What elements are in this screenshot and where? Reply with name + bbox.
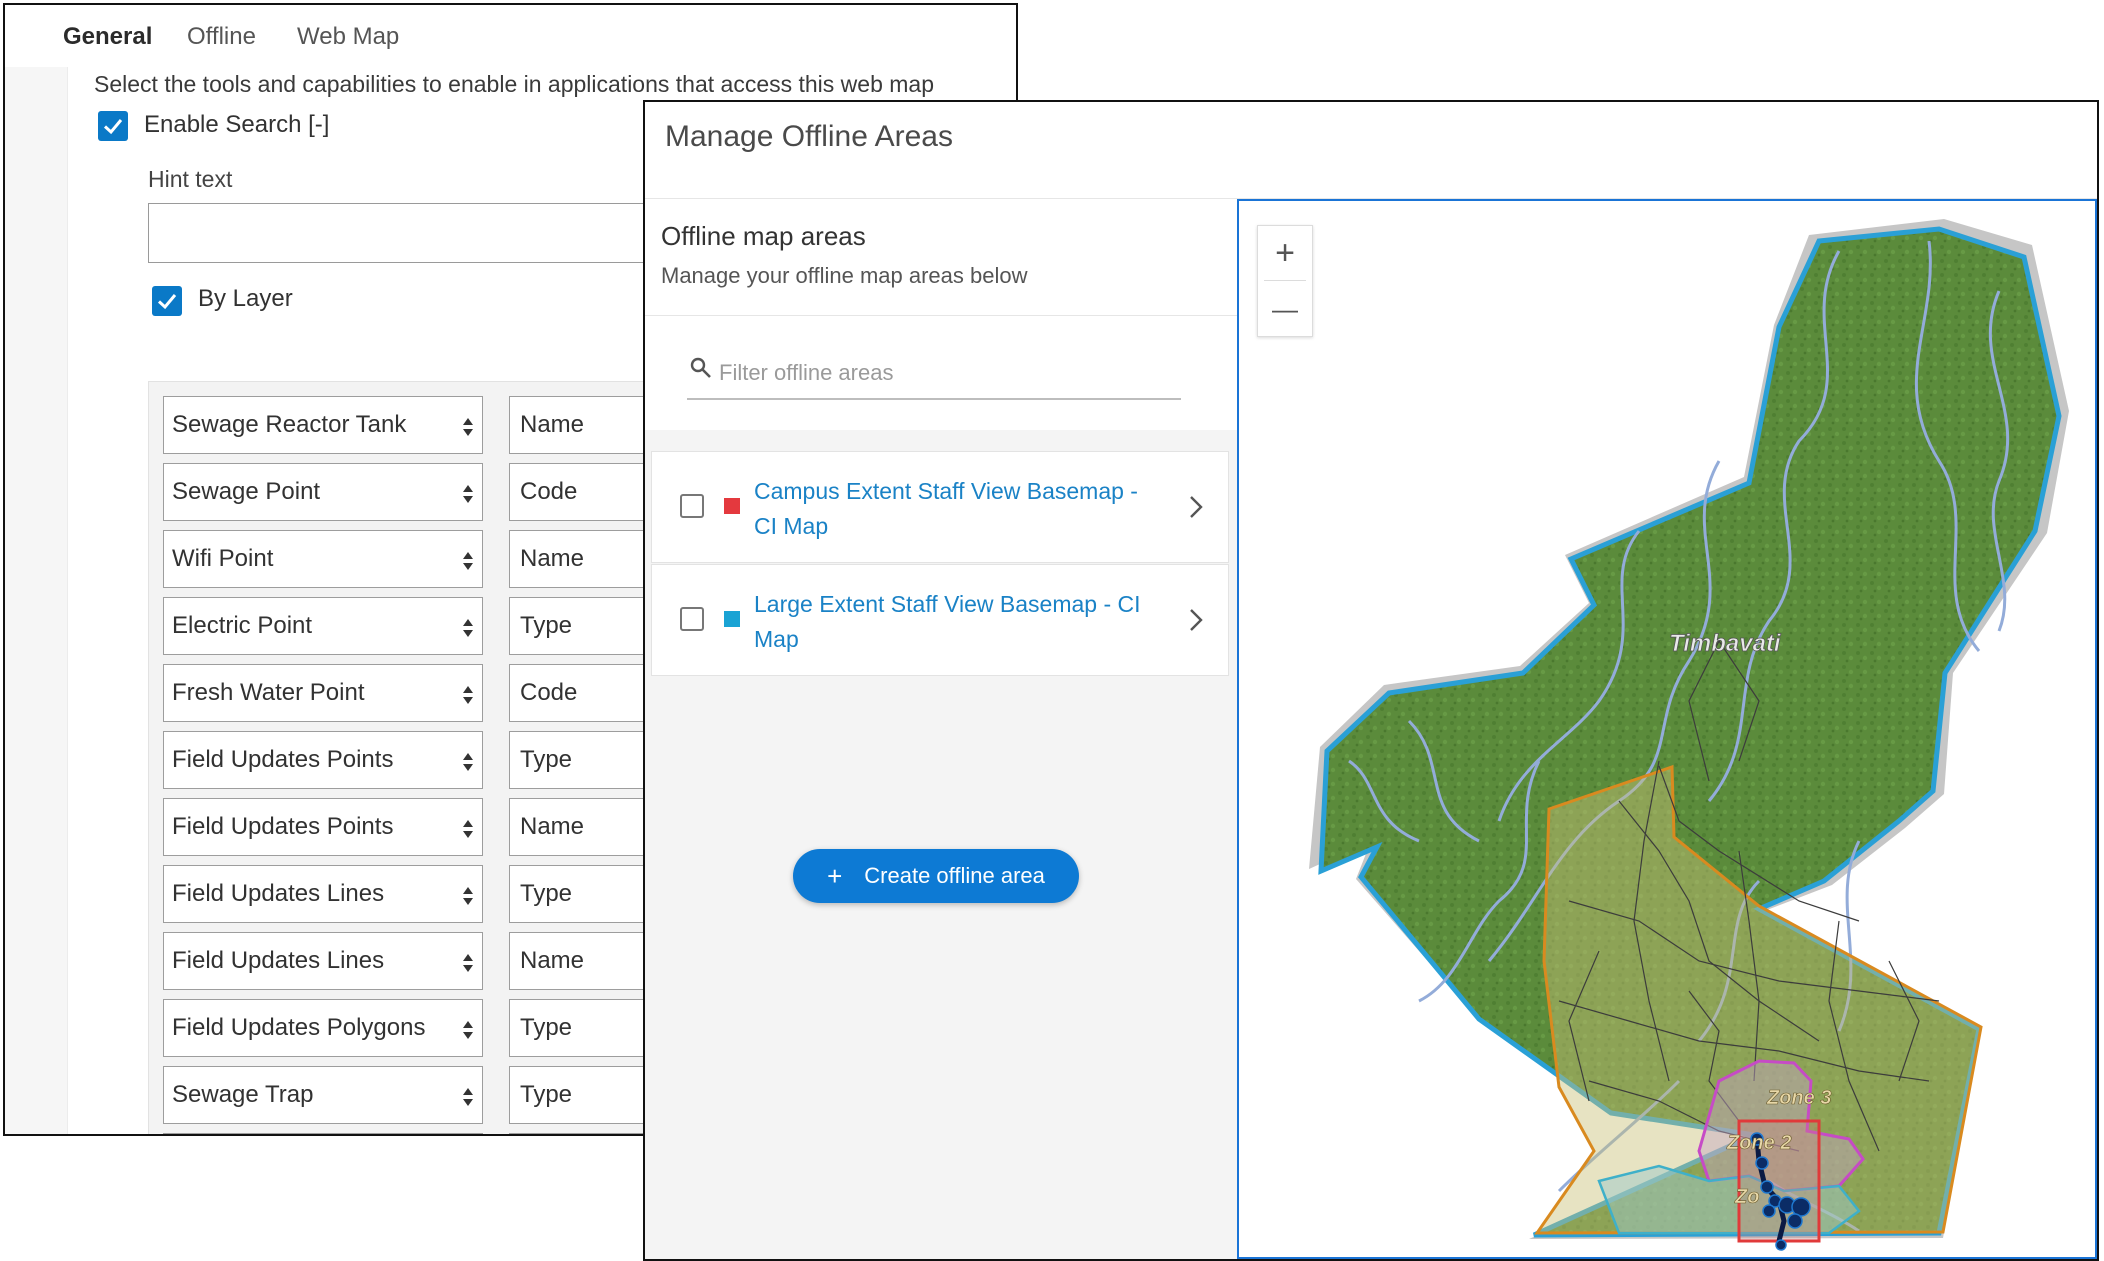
map-canvas: Timbavati Zone 3 Zone 2 Zo [1309, 219, 2069, 1251]
layer-select[interactable]: Electric Point [163, 597, 483, 655]
tab-web-map[interactable]: Web Map [297, 23, 399, 51]
enable-search-checkbox[interactable] [98, 111, 128, 141]
manage-offline-areas-dialog: Manage Offline Areas Offline map areas M… [643, 100, 2099, 1261]
filter-offline-areas-input[interactable]: Filter offline areas [719, 360, 893, 386]
panel-header: Offline map areas Manage your offline ma… [645, 199, 1237, 316]
offline-areas-panel: Offline map areas Manage your offline ma… [645, 199, 1237, 1259]
tab-offline[interactable]: Offline [187, 23, 256, 51]
field-select-value: Type [520, 746, 573, 773]
layer-select[interactable]: Field Updates Polygons [163, 999, 483, 1057]
layer-select-value: Wifi Point [172, 545, 274, 572]
layer-select-value: Sewage Reactor Tank [172, 411, 407, 438]
layer-select[interactable]: Fresh Water Point [163, 664, 483, 722]
panel-title: Offline map areas [661, 221, 866, 251]
by-layer-label: By Layer [198, 285, 293, 312]
offline-area-item[interactable]: Large Extent Staff View Basemap - CI Map [651, 564, 1229, 676]
layer-select-value: Field Updates Points [172, 813, 394, 840]
layer-select-value: Field Updates Lines [172, 947, 385, 974]
layer-select-value: Sewage Trap [172, 1081, 314, 1108]
area-title-line1: Campus Extent Staff View Basemap - [754, 478, 1138, 504]
zoom-controls: + — [1257, 225, 1313, 337]
zoom-out-button[interactable]: — [1258, 282, 1312, 336]
field-select-value: Name [520, 813, 585, 840]
settings-tabs: General Offline Web Map [5, 5, 1016, 68]
zoom-divider [1264, 280, 1306, 281]
offline-area-checkbox[interactable] [680, 607, 704, 631]
sort-arrows-icon [463, 552, 473, 570]
layer-select-value: Sewage Point [172, 478, 321, 505]
offline-area-item[interactable]: Campus Extent Staff View Basemap - CI Ma… [651, 451, 1229, 563]
by-layer-checkbox[interactable] [152, 286, 182, 316]
sort-arrows-icon [463, 1088, 473, 1106]
layer-select-value: Electric Point [172, 612, 313, 639]
hint-text-label: Hint text [148, 166, 233, 192]
map-view[interactable]: Timbavati Zone 3 Zone 2 Zo + — [1237, 199, 2097, 1259]
plus-icon: + [827, 860, 843, 891]
area-title-line2: Map [754, 626, 799, 652]
zone-1-label: Zo [1734, 1186, 1759, 1208]
field-select-value: Name [520, 947, 585, 974]
layer-select[interactable]: Sewage Trap [163, 1066, 483, 1124]
layer-select-value: Field Updates Polygons [172, 1014, 426, 1041]
area-color-swatch [724, 498, 740, 514]
area-color-swatch [724, 611, 740, 627]
sort-arrows-icon [463, 1021, 473, 1039]
field-select-value: Type [520, 880, 573, 907]
field-select-value: Type [520, 612, 573, 639]
field-select-value: Type [520, 1014, 573, 1041]
layer-select[interactable]: Sewage Point [163, 463, 483, 521]
layer-select-value: Field Updates Points [172, 746, 394, 773]
filter-underline [687, 398, 1181, 400]
layer-select[interactable]: Field Updates Lines [163, 932, 483, 990]
offline-area-checkbox[interactable] [680, 494, 704, 518]
create-offline-area-button[interactable]: + Create offline area [793, 849, 1079, 903]
enable-search-label: Enable Search [-] [144, 111, 330, 138]
create-offline-area-label: Create offline area [864, 863, 1045, 888]
chevron-right-icon[interactable] [1188, 607, 1204, 633]
chevron-right-icon[interactable] [1188, 494, 1204, 520]
settings-gutter [5, 67, 67, 1134]
sort-arrows-icon [463, 619, 473, 637]
area-title-line1: Large Extent Staff View Basemap - CI [754, 591, 1141, 617]
checkmark-icon [103, 119, 123, 135]
dialog-title: Manage Offline Areas [665, 120, 953, 153]
settings-description: Select the tools and capabilities to ena… [94, 71, 935, 97]
field-select-value: Code [520, 478, 578, 505]
layer-select[interactable]: Sewage Reactor Tank [163, 396, 483, 454]
field-select-value: Name [520, 545, 585, 572]
panel-subtitle: Manage your offline map areas below [661, 263, 1028, 288]
zone-2-label: Zone 2 [1726, 1132, 1791, 1154]
field-select-value: Type [520, 1081, 573, 1108]
sort-arrows-icon [463, 753, 473, 771]
checkmark-icon [157, 294, 177, 310]
region-label: Timbavati [1669, 630, 1782, 657]
layer-select[interactable]: Field Updates Points [163, 731, 483, 789]
layer-select[interactable]: Field Updates Lines [163, 865, 483, 923]
field-select-value: Name [520, 411, 585, 438]
layer-select[interactable]: Field Updates Points [163, 798, 483, 856]
offline-area-link[interactable]: Large Extent Staff View Basemap - CI Map [754, 587, 1164, 657]
layer-select[interactable] [163, 1133, 483, 1134]
sort-arrows-icon [463, 418, 473, 436]
layer-select-value: Fresh Water Point [172, 679, 365, 706]
field-select-value: Code [520, 679, 578, 706]
zone-3-label: Zone 3 [1766, 1087, 1831, 1109]
sort-arrows-icon [463, 686, 473, 704]
sort-arrows-icon [463, 820, 473, 838]
sort-arrows-icon [463, 485, 473, 503]
layer-select[interactable]: Wifi Point [163, 530, 483, 588]
area-title-line2: CI Map [754, 513, 829, 539]
search-icon [690, 357, 711, 378]
zoom-in-button[interactable]: + [1258, 226, 1312, 280]
layer-select-value: Field Updates Lines [172, 880, 385, 907]
tab-general[interactable]: General [63, 23, 152, 51]
offline-area-link[interactable]: Campus Extent Staff View Basemap - CI Ma… [754, 474, 1164, 544]
sort-arrows-icon [463, 954, 473, 972]
sort-arrows-icon [463, 887, 473, 905]
filter-area: Filter offline areas [645, 316, 1237, 430]
